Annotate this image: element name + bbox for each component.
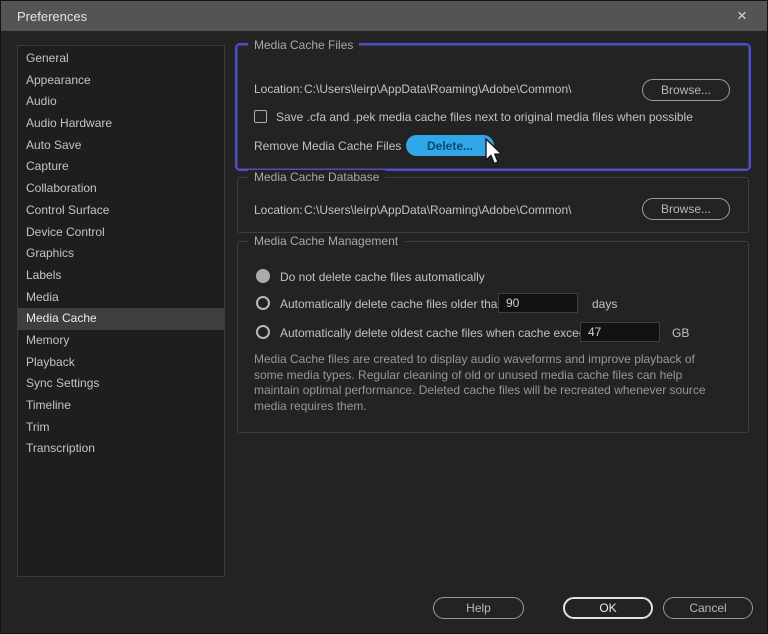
sidebar-item-capture[interactable]: Capture [18, 156, 224, 178]
sidebar-item-timeline[interactable]: Timeline [18, 395, 224, 417]
gb-input[interactable] [580, 322, 660, 342]
help-button[interactable]: Help [433, 597, 524, 619]
radio-do-not-delete[interactable] [256, 269, 270, 283]
sidebar-item-media[interactable]: Media [18, 287, 224, 309]
save-cfa-pek-label: Save .cfa and .pek media cache files nex… [276, 110, 693, 124]
days-unit-label: days [592, 297, 617, 311]
gb-unit-label: GB [672, 326, 689, 340]
radio-delete-when-exceeds[interactable] [256, 325, 270, 339]
radio-delete-older-than[interactable] [256, 296, 270, 310]
radio-delete-older-than-label: Automatically delete cache files older t… [280, 297, 507, 311]
remove-media-cache-label: Remove Media Cache Files [254, 139, 401, 153]
media-cache-management-group: Media Cache Management Do not delete cac… [237, 241, 749, 433]
db-browse-button[interactable]: Browse... [642, 198, 730, 220]
media-cache-description: Media Cache files are created to display… [254, 352, 720, 414]
sidebar-item-labels[interactable]: Labels [18, 265, 224, 287]
mouse-cursor-icon [484, 138, 506, 168]
sidebar-item-general[interactable]: General [18, 48, 224, 70]
media-cache-management-legend: Media Cache Management [248, 234, 404, 249]
sidebar-item-graphics[interactable]: Graphics [18, 243, 224, 265]
save-cfa-pek-checkbox[interactable] [254, 110, 267, 123]
sidebar-item-playback[interactable]: Playback [18, 352, 224, 374]
db-location-value: C:\Users\leirp\AppData\Roaming\Adobe\Com… [304, 203, 571, 217]
delete-button[interactable]: Delete... [406, 135, 494, 156]
preferences-category-list: General Appearance Audio Audio Hardware … [17, 45, 225, 577]
sidebar-item-sync-settings[interactable]: Sync Settings [18, 373, 224, 395]
window-title: Preferences [1, 9, 87, 24]
media-cache-database-group: Media Cache Database Location: C:\Users\… [237, 177, 749, 233]
ok-button[interactable]: OK [563, 597, 653, 619]
files-location-label: Location: [254, 82, 303, 96]
sidebar-item-control-surface[interactable]: Control Surface [18, 200, 224, 222]
titlebar: Preferences × [1, 1, 767, 31]
sidebar-item-transcription[interactable]: Transcription [18, 438, 224, 460]
days-input[interactable] [498, 293, 578, 313]
sidebar-item-auto-save[interactable]: Auto Save [18, 135, 224, 157]
sidebar-item-media-cache[interactable]: Media Cache [18, 308, 224, 330]
files-location-value: C:\Users\leirp\AppData\Roaming\Adobe\Com… [304, 82, 571, 96]
sidebar-item-memory[interactable]: Memory [18, 330, 224, 352]
sidebar-item-audio[interactable]: Audio [18, 91, 224, 113]
sidebar-item-trim[interactable]: Trim [18, 417, 224, 439]
sidebar-item-device-control[interactable]: Device Control [18, 222, 224, 244]
cancel-button[interactable]: Cancel [663, 597, 753, 619]
media-cache-database-legend: Media Cache Database [248, 170, 385, 185]
db-location-label: Location: [254, 203, 303, 217]
sidebar-item-collaboration[interactable]: Collaboration [18, 178, 224, 200]
close-icon[interactable]: × [725, 1, 759, 31]
files-browse-button[interactable]: Browse... [642, 79, 730, 101]
radio-delete-when-exceeds-label: Automatically delete oldest cache files … [280, 326, 602, 340]
sidebar-item-audio-hardware[interactable]: Audio Hardware [18, 113, 224, 135]
media-cache-files-legend: Media Cache Files [248, 38, 359, 53]
preferences-dialog: Preferences × General Appearance Audio A… [0, 0, 768, 634]
radio-do-not-delete-label: Do not delete cache files automatically [280, 270, 485, 284]
sidebar-item-appearance[interactable]: Appearance [18, 70, 224, 92]
